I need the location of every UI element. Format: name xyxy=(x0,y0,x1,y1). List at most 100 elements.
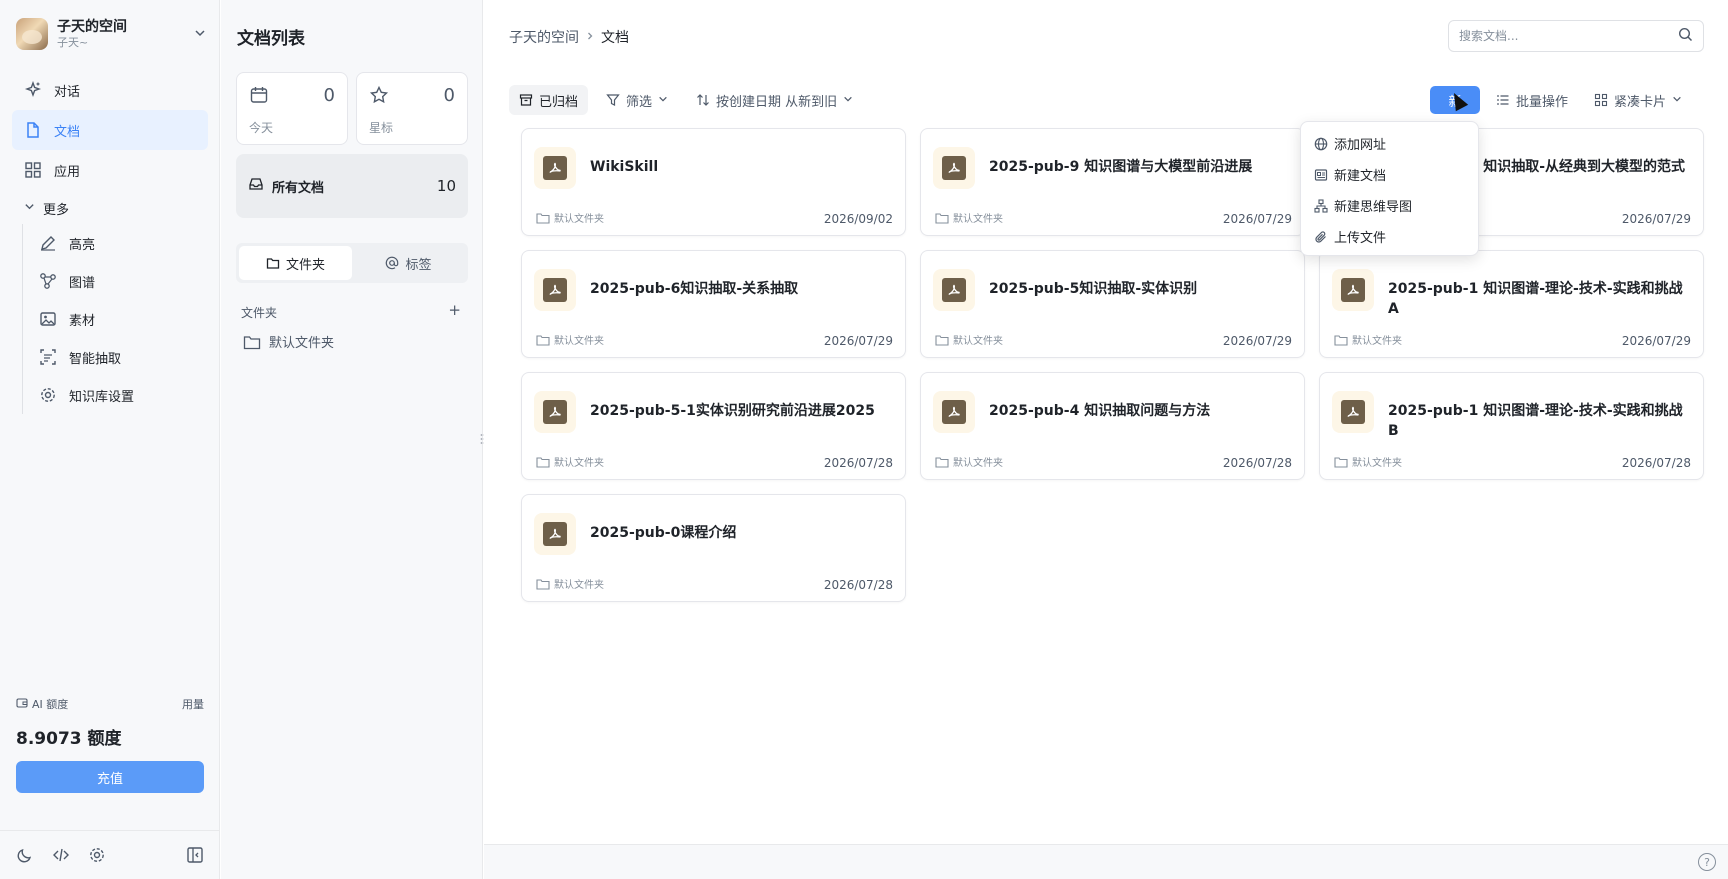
folder-icon xyxy=(935,334,949,346)
paperclip-icon xyxy=(1314,230,1328,244)
nav-item-apps[interactable]: 应用 xyxy=(12,150,208,190)
more-submenu: 高亮 图谱 素材 智能抽取 知识库设置 xyxy=(22,224,208,414)
document-folder: 默认文件夹 xyxy=(935,210,1003,225)
nav-label: 高亮 xyxy=(69,237,96,253)
nav-item-highlight[interactable]: 高亮 xyxy=(27,224,208,262)
help-icon[interactable]: ? xyxy=(1698,853,1716,871)
chevron-down-icon[interactable] xyxy=(194,27,206,42)
document-card[interactable]: WikiSkill 默认文件夹 2026/09/02 xyxy=(521,128,906,236)
nav-item-chat[interactable]: 对话 xyxy=(12,70,208,110)
nav-item-docs[interactable]: 文档 xyxy=(12,110,208,150)
folder-tag-switch: 文件夹 标签 xyxy=(236,243,468,283)
nav-label: 文档 xyxy=(54,124,81,140)
breadcrumb: 子天的空间 文档 xyxy=(509,27,629,47)
view-mode-dropdown[interactable]: 紧凑卡片 xyxy=(1584,85,1692,115)
moon-icon[interactable] xyxy=(14,844,36,866)
usage-link[interactable]: 用量 xyxy=(182,696,204,712)
document-card[interactable]: 2025-pub-4 知识抽取问题与方法 默认文件夹 2026/07/28 xyxy=(920,372,1305,480)
folder-icon xyxy=(243,334,261,350)
pdf-file-icon xyxy=(534,391,576,433)
nav-item-kb-settings[interactable]: 知识库设置 xyxy=(27,376,208,414)
nav-label: 智能抽取 xyxy=(69,351,122,367)
document-date: 2026/07/29 xyxy=(1621,212,1691,226)
folder-icon xyxy=(536,456,550,468)
folder-icon xyxy=(536,578,550,590)
document-folder: 默认文件夹 xyxy=(1334,454,1402,469)
tab-label: 文件夹 xyxy=(285,257,325,273)
sort-arrows-icon xyxy=(696,93,710,107)
breadcrumb-root[interactable]: 子天的空间 xyxy=(509,27,579,47)
nav-item-graph[interactable]: 图谱 xyxy=(27,262,208,300)
nav-item-extract[interactable]: 智能抽取 xyxy=(27,338,208,376)
today-stat-card[interactable]: 0 今天 xyxy=(236,72,348,145)
pdf-file-icon xyxy=(933,147,975,189)
panel-title: 文档列表 xyxy=(237,29,305,49)
document-card[interactable]: 2025-pub-5-1实体识别研究前沿进展2025 默认文件夹 2026/07… xyxy=(521,372,906,480)
folder-section-header: 文件夹 + xyxy=(241,303,461,321)
document-icon xyxy=(24,121,42,139)
folder-icon xyxy=(1334,334,1348,346)
batch-operations-button[interactable]: 批量操作 xyxy=(1486,85,1578,115)
search-input[interactable] xyxy=(1459,29,1678,43)
nav-item-assets[interactable]: 素材 xyxy=(27,300,208,338)
grid-icon xyxy=(24,161,42,179)
new-button[interactable]: 新 xyxy=(1430,86,1480,114)
document-folder: 默认文件夹 xyxy=(536,454,604,469)
space-switcher[interactable]: 子天的空间 子天~ xyxy=(16,16,206,52)
sort-dropdown[interactable]: 按创建日期 从新到旧 xyxy=(686,85,863,115)
ai-quota: AI 额度 用量 8.9073 额度 充值 xyxy=(16,696,204,793)
document-card[interactable]: 2025-pub-1 知识图谱-理论-技术-实践和挑战A 默认文件夹 2026/… xyxy=(1319,250,1704,358)
nav-more-toggle[interactable]: 更多 xyxy=(12,192,208,224)
archived-button[interactable]: 已归档 xyxy=(509,85,589,115)
menu-item-upload[interactable]: 上传文件 xyxy=(1301,221,1478,252)
document-folder-label: 默认文件夹 xyxy=(554,458,604,469)
tab-tags[interactable]: 标签 xyxy=(352,246,465,280)
document-card[interactable]: 2025-pub-0课程介绍 默认文件夹 2026/07/28 xyxy=(521,494,906,602)
all-documents-count: 10 xyxy=(436,177,456,195)
new-dropdown-menu: 添加网址 新建文档 新建思维导图 上传文件 xyxy=(1300,121,1479,256)
document-date: 2026/07/29 xyxy=(1621,334,1691,348)
pdf-file-icon xyxy=(1332,269,1374,311)
sparkle-icon xyxy=(24,81,42,99)
tab-folders[interactable]: 文件夹 xyxy=(239,246,352,280)
doc-list-panel: 文档列表 0 今天 0 星标 所有文档 10 文件夹 标签 文件夹 + 默认文件… xyxy=(221,0,483,879)
left-sidebar: 子天的空间 子天~ 对话 文档 应用 更多 高亮 图谱 素材 智能抽取 知识库设… xyxy=(0,0,220,879)
document-card[interactable]: 2025-pub-1 知识图谱-理论-技术-实践和挑战B 默认文件夹 2026/… xyxy=(1319,372,1704,480)
chevron-down-icon xyxy=(658,94,668,107)
gear-icon[interactable] xyxy=(86,844,108,866)
document-date: 2026/07/29 xyxy=(823,334,893,348)
code-icon[interactable] xyxy=(50,844,72,866)
document-folder: 默认文件夹 xyxy=(536,576,604,591)
starred-stat-card[interactable]: 0 星标 xyxy=(356,72,468,145)
search-icon[interactable] xyxy=(1678,27,1693,46)
document-card[interactable]: 2025-pub-5知识抽取-实体识别 默认文件夹 2026/07/29 xyxy=(920,250,1305,358)
pdf-file-icon xyxy=(534,513,576,555)
folder-item-default[interactable]: 默认文件夹 xyxy=(243,332,334,351)
document-title: 2025-pub-6知识抽取-关系抽取 xyxy=(590,281,799,297)
menu-item-new-mindmap[interactable]: 新建思维导图 xyxy=(1301,190,1478,221)
document-title: 2025-pub-4 知识抽取问题与方法 xyxy=(989,403,1211,419)
menu-item-add-url[interactable]: 添加网址 xyxy=(1301,128,1478,159)
document-folder-label: 默认文件夹 xyxy=(1352,458,1402,469)
document-card[interactable]: 2025-pub-6知识抽取-关系抽取 默认文件夹 2026/07/29 xyxy=(521,250,906,358)
doc-toolbar: 已归档 筛选 按创建日期 从新到旧 xyxy=(509,85,863,115)
document-folder-label: 默认文件夹 xyxy=(1352,336,1402,347)
collapse-sidebar-icon[interactable] xyxy=(184,844,206,866)
doc-search-box xyxy=(1448,20,1704,52)
all-documents-label: 所有文档 xyxy=(272,180,325,196)
all-documents-item[interactable]: 所有文档 10 xyxy=(236,154,468,218)
document-date: 2026/07/29 xyxy=(1222,334,1292,348)
pdf-file-icon xyxy=(933,269,975,311)
at-sign-icon xyxy=(385,256,399,270)
filter-dropdown[interactable]: 筛选 xyxy=(596,85,678,115)
document-card[interactable]: 2025-pub-9 知识图谱与大模型前沿进展 默认文件夹 2026/07/29 xyxy=(920,128,1305,236)
quota-label: AI 额度 xyxy=(32,698,69,711)
graph-icon xyxy=(39,272,57,290)
chevron-down-icon xyxy=(1672,94,1682,107)
newspaper-icon xyxy=(1314,168,1328,182)
add-folder-button[interactable]: + xyxy=(448,303,461,321)
menu-item-new-doc[interactable]: 新建文档 xyxy=(1301,159,1478,190)
recharge-button[interactable]: 充值 xyxy=(16,761,204,793)
inbox-icon xyxy=(248,176,264,196)
document-date: 2026/09/02 xyxy=(823,212,893,226)
